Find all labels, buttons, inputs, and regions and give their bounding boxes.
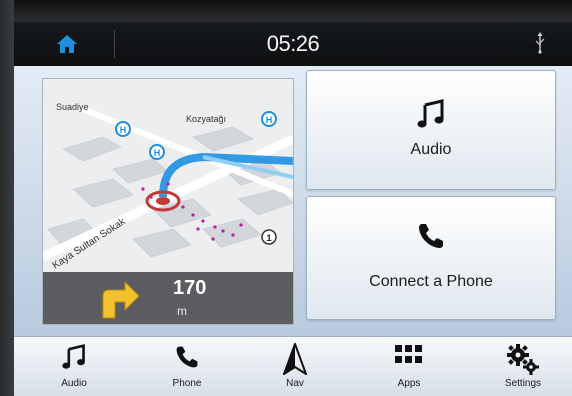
svg-text:1: 1 xyxy=(266,233,271,243)
hospital-marker-icon: H xyxy=(261,111,277,127)
nav-item-settings[interactable]: Settings xyxy=(478,337,568,396)
screen-bezel-left xyxy=(0,0,14,396)
connect-phone-label: Connect a Phone xyxy=(369,273,493,290)
music-note-icon xyxy=(417,99,444,128)
nav-item-phone[interactable]: Phone xyxy=(142,337,232,396)
nav-item-audio[interactable]: Audio xyxy=(29,337,119,396)
route-number-marker: 1 xyxy=(261,229,277,245)
hospital-marker-icon: H xyxy=(115,121,131,137)
bottom-nav-bar: Audio Phone Nav Apps Settings xyxy=(14,336,572,396)
phone-icon xyxy=(419,224,443,248)
screen-bezel-top xyxy=(0,0,572,22)
apps-grid-icon xyxy=(395,345,422,363)
distance-value: 170 xyxy=(173,277,207,299)
nav-item-apps[interactable]: Apps xyxy=(364,337,454,396)
connect-phone-tile[interactable]: Connect a Phone xyxy=(306,196,556,320)
nav-label: Settings xyxy=(504,378,542,389)
nav-label: Nav xyxy=(286,378,304,389)
distance-unit: m xyxy=(177,304,187,318)
svg-text:H: H xyxy=(154,148,161,158)
nav-label: Apps xyxy=(397,378,421,389)
music-note-icon xyxy=(62,344,85,369)
map-label: Kozyatağı xyxy=(186,114,226,124)
usb-icon xyxy=(535,32,545,54)
phone-icon xyxy=(176,346,198,368)
audio-tile-label: Audio xyxy=(410,141,452,158)
map-view: H H H 1 Suadiye Kozyatağı Kaya Sultan So… xyxy=(43,79,293,274)
turn-right-arrow-icon xyxy=(102,280,140,319)
map-label: Suadiye xyxy=(56,102,89,112)
status-bar: 05:26 xyxy=(14,22,572,66)
svg-text:H: H xyxy=(120,125,127,135)
home-main-area: H H H 1 Suadiye Kozyatağı Kaya Sultan So… xyxy=(14,66,572,336)
audio-tile[interactable]: Audio xyxy=(306,70,556,190)
infotainment-screen: 05:26 H H H 1 Suadiye Kozyatağı Kaya Sul… xyxy=(14,22,572,396)
hospital-marker-icon: H xyxy=(149,144,165,160)
nav-arrow-icon xyxy=(282,341,308,377)
map-tile[interactable]: H H H 1 Suadiye Kozyatağı Kaya Sultan So… xyxy=(42,78,294,325)
nav-label: Audio xyxy=(61,378,87,389)
clock: 05:26 xyxy=(266,31,320,56)
turn-guidance-panel: 170 m xyxy=(43,272,293,324)
nav-label: Phone xyxy=(172,378,202,389)
svg-text:H: H xyxy=(266,115,273,125)
nav-item-nav[interactable]: Nav xyxy=(250,337,340,396)
gears-icon xyxy=(507,344,539,375)
